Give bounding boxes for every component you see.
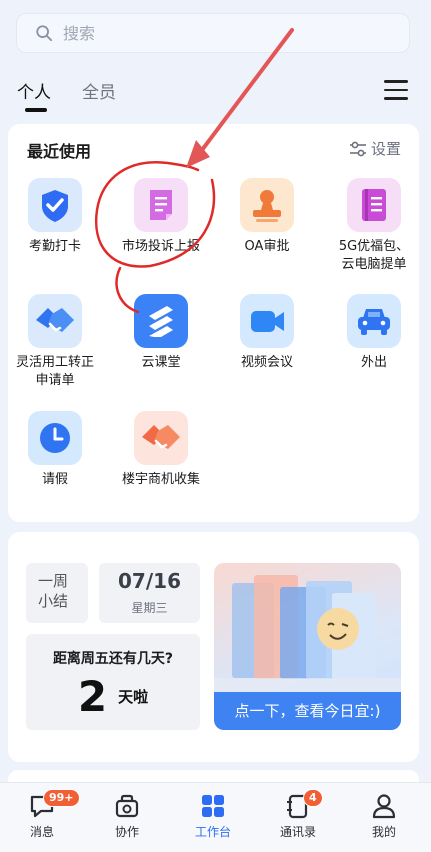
nav-profile[interactable]: 我的 (349, 793, 419, 840)
nav-label: 通讯录 (279, 825, 316, 839)
daily-fortune-banner[interactable]: 点一下，查看今日宜:) (214, 563, 401, 730)
search-bar[interactable] (16, 13, 410, 53)
app-label: 市场投诉上报 (121, 239, 200, 254)
nav-label: 我的 (371, 825, 396, 839)
app-leave[interactable]: 请假 (5, 411, 105, 489)
clock-icon (28, 411, 82, 465)
collaborate-icon (115, 794, 139, 818)
app-go-out[interactable]: 外出 (324, 294, 424, 372)
weekly-summary-label: 一周 小结 (38, 572, 69, 610)
app-flexible-employment[interactable]: 灵活用工转正 申请单 (5, 294, 105, 390)
app-video-meeting[interactable]: 视频会议 (217, 294, 317, 372)
app-oa-approval[interactable]: OA审批 (217, 178, 317, 256)
handshake-icon (28, 294, 82, 348)
recent-title: 最近使用 (27, 142, 92, 161)
search-input[interactable] (61, 22, 365, 44)
settings-button[interactable]: 设置 (349, 138, 401, 159)
countdown-box: 距离周五还有几天? 2 天啦 (26, 634, 200, 730)
nav-workbench[interactable]: 工作台 (178, 793, 248, 840)
app-label: 楼宇商机收集 (121, 472, 200, 487)
countdown-number: 2 (77, 672, 108, 721)
app-5g-package[interactable]: 5G优福包、 云电脑提单 (324, 178, 424, 274)
app-label: OA审批 (244, 239, 290, 254)
tab-active-indicator (25, 108, 47, 112)
message-badge: 99+ (43, 789, 80, 807)
car-icon (347, 294, 401, 348)
nav-label: 工作台 (194, 825, 231, 839)
attendance-shield-icon (28, 178, 82, 232)
search-icon (36, 25, 53, 42)
app-label: 灵活用工转正 申请单 (15, 355, 94, 388)
app-label: 外出 (360, 355, 387, 370)
bottom-nav: 消息 99+ 协作 工作台 通讯录 4 我的 (0, 782, 431, 852)
weekly-summary-card: 一周 小结 07/16 星期三 距离周五还有几天? 2 天啦 点一下，查看今日宜… (8, 532, 419, 762)
video-camera-icon (240, 294, 294, 348)
approval-stamp-icon (240, 178, 294, 232)
nav-label: 消息 (29, 825, 54, 839)
app-building-opportunity[interactable]: 楼宇商机收集 (111, 411, 211, 489)
daily-fortune-button[interactable]: 点一下，查看今日宜:) (214, 692, 401, 730)
app-market-complaint[interactable]: 市场投诉上报 (111, 178, 211, 256)
contacts-badge: 4 (303, 789, 323, 807)
nav-collaborate[interactable]: 协作 (92, 793, 162, 840)
app-label: 请假 (41, 472, 68, 487)
current-date: 07/16 (118, 569, 181, 593)
cloud-class-icon (134, 294, 188, 348)
nav-contacts[interactable]: 通讯录 4 (263, 789, 333, 840)
app-label: 5G优福包、 云电脑提单 (338, 239, 410, 272)
app-label: 云课堂 (141, 355, 181, 370)
tab-bar: 个人 全员 (0, 72, 431, 112)
menu-icon[interactable] (384, 80, 408, 102)
nav-label: 协作 (114, 825, 139, 839)
countdown-question: 距离周五还有几天? (52, 651, 174, 667)
app-label: 考勤打卡 (28, 239, 81, 254)
app-cloud-class[interactable]: 云课堂 (111, 294, 211, 372)
app-attendance[interactable]: 考勤打卡 (5, 178, 105, 256)
settings-label: 设置 (370, 140, 401, 158)
current-weekday: 星期三 (131, 601, 168, 615)
workbench-icon (202, 795, 224, 817)
app-label: 视频会议 (240, 355, 293, 370)
tab-personal[interactable]: 个人 (17, 78, 51, 103)
weekly-summary-button[interactable]: 一周 小结 (26, 563, 88, 623)
sliders-icon (349, 141, 366, 156)
profile-icon (372, 794, 396, 819)
date-box: 07/16 星期三 (99, 563, 200, 623)
nav-messages[interactable]: 消息 99+ (7, 789, 80, 840)
recent-apps-card: 最近使用 设置 考勤打卡 市场投诉上报 OA审批 5G优福包、 云电脑提单 灵活… (8, 124, 419, 522)
handshake-orange-icon (134, 411, 188, 465)
document-list-icon (347, 178, 401, 232)
document-report-icon (134, 178, 188, 232)
countdown-unit: 天啦 (118, 688, 149, 706)
tab-all-staff[interactable]: 全员 (82, 78, 116, 103)
banner-illustration (214, 575, 401, 693)
